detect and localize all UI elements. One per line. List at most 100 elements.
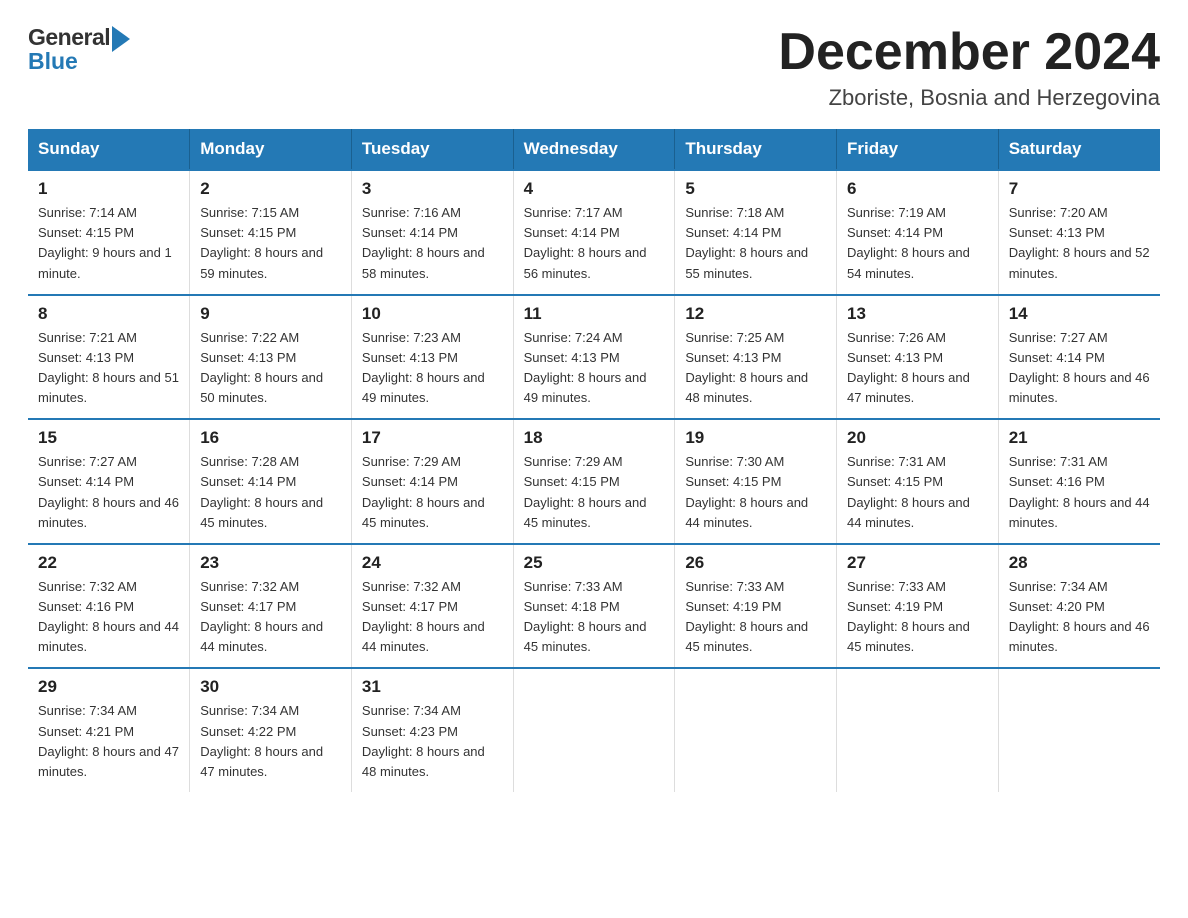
calendar-cell: 13 Sunrise: 7:26 AMSunset: 4:13 PMDaylig… xyxy=(837,295,999,420)
calendar-cell: 16 Sunrise: 7:28 AMSunset: 4:14 PMDaylig… xyxy=(190,419,352,544)
day-info: Sunrise: 7:28 AMSunset: 4:14 PMDaylight:… xyxy=(200,452,341,533)
calendar-cell: 28 Sunrise: 7:34 AMSunset: 4:20 PMDaylig… xyxy=(998,544,1160,669)
day-number: 28 xyxy=(1009,553,1150,573)
day-info: Sunrise: 7:34 AMSunset: 4:21 PMDaylight:… xyxy=(38,701,179,782)
day-info: Sunrise: 7:33 AMSunset: 4:19 PMDaylight:… xyxy=(685,577,826,658)
calendar-cell xyxy=(837,668,999,792)
weekday-header-saturday: Saturday xyxy=(998,129,1160,170)
day-info: Sunrise: 7:18 AMSunset: 4:14 PMDaylight:… xyxy=(685,203,826,284)
day-number: 9 xyxy=(200,304,341,324)
logo-line2: Blue xyxy=(28,48,78,75)
calendar-cell: 9 Sunrise: 7:22 AMSunset: 4:13 PMDayligh… xyxy=(190,295,352,420)
day-number: 22 xyxy=(38,553,179,573)
calendar-cell: 25 Sunrise: 7:33 AMSunset: 4:18 PMDaylig… xyxy=(513,544,675,669)
day-number: 8 xyxy=(38,304,179,324)
calendar-cell: 6 Sunrise: 7:19 AMSunset: 4:14 PMDayligh… xyxy=(837,170,999,295)
calendar-cell: 22 Sunrise: 7:32 AMSunset: 4:16 PMDaylig… xyxy=(28,544,190,669)
weekday-header-sunday: Sunday xyxy=(28,129,190,170)
calendar-table: SundayMondayTuesdayWednesdayThursdayFrid… xyxy=(28,129,1160,792)
day-info: Sunrise: 7:32 AMSunset: 4:17 PMDaylight:… xyxy=(362,577,503,658)
weekday-header-friday: Friday xyxy=(837,129,999,170)
day-info: Sunrise: 7:34 AMSunset: 4:23 PMDaylight:… xyxy=(362,701,503,782)
weekday-header-tuesday: Tuesday xyxy=(351,129,513,170)
day-number: 21 xyxy=(1009,428,1150,448)
calendar-cell: 19 Sunrise: 7:30 AMSunset: 4:15 PMDaylig… xyxy=(675,419,837,544)
calendar-cell: 8 Sunrise: 7:21 AMSunset: 4:13 PMDayligh… xyxy=(28,295,190,420)
title-area: December 2024 Zboriste, Bosnia and Herze… xyxy=(778,24,1160,111)
location-title: Zboriste, Bosnia and Herzegovina xyxy=(778,85,1160,111)
calendar-cell: 3 Sunrise: 7:16 AMSunset: 4:14 PMDayligh… xyxy=(351,170,513,295)
day-number: 14 xyxy=(1009,304,1150,324)
weekday-header-thursday: Thursday xyxy=(675,129,837,170)
calendar-cell: 15 Sunrise: 7:27 AMSunset: 4:14 PMDaylig… xyxy=(28,419,190,544)
day-number: 12 xyxy=(685,304,826,324)
day-number: 13 xyxy=(847,304,988,324)
calendar-cell: 7 Sunrise: 7:20 AMSunset: 4:13 PMDayligh… xyxy=(998,170,1160,295)
calendar-week-row: 15 Sunrise: 7:27 AMSunset: 4:14 PMDaylig… xyxy=(28,419,1160,544)
day-info: Sunrise: 7:31 AMSunset: 4:16 PMDaylight:… xyxy=(1009,452,1150,533)
day-number: 15 xyxy=(38,428,179,448)
logo-arrow-icon xyxy=(112,26,130,52)
day-number: 6 xyxy=(847,179,988,199)
day-info: Sunrise: 7:27 AMSunset: 4:14 PMDaylight:… xyxy=(1009,328,1150,409)
day-info: Sunrise: 7:30 AMSunset: 4:15 PMDaylight:… xyxy=(685,452,826,533)
day-info: Sunrise: 7:21 AMSunset: 4:13 PMDaylight:… xyxy=(38,328,179,409)
calendar-week-row: 29 Sunrise: 7:34 AMSunset: 4:21 PMDaylig… xyxy=(28,668,1160,792)
day-number: 29 xyxy=(38,677,179,697)
day-number: 27 xyxy=(847,553,988,573)
day-info: Sunrise: 7:23 AMSunset: 4:13 PMDaylight:… xyxy=(362,328,503,409)
day-number: 18 xyxy=(524,428,665,448)
day-number: 19 xyxy=(685,428,826,448)
day-info: Sunrise: 7:15 AMSunset: 4:15 PMDaylight:… xyxy=(200,203,341,284)
calendar-cell xyxy=(675,668,837,792)
day-number: 7 xyxy=(1009,179,1150,199)
calendar-week-row: 8 Sunrise: 7:21 AMSunset: 4:13 PMDayligh… xyxy=(28,295,1160,420)
day-number: 16 xyxy=(200,428,341,448)
calendar-cell: 31 Sunrise: 7:34 AMSunset: 4:23 PMDaylig… xyxy=(351,668,513,792)
day-info: Sunrise: 7:26 AMSunset: 4:13 PMDaylight:… xyxy=(847,328,988,409)
calendar-cell: 11 Sunrise: 7:24 AMSunset: 4:13 PMDaylig… xyxy=(513,295,675,420)
day-info: Sunrise: 7:29 AMSunset: 4:15 PMDaylight:… xyxy=(524,452,665,533)
day-number: 4 xyxy=(524,179,665,199)
day-number: 3 xyxy=(362,179,503,199)
day-info: Sunrise: 7:32 AMSunset: 4:16 PMDaylight:… xyxy=(38,577,179,658)
calendar-cell: 26 Sunrise: 7:33 AMSunset: 4:19 PMDaylig… xyxy=(675,544,837,669)
calendar-cell: 1 Sunrise: 7:14 AMSunset: 4:15 PMDayligh… xyxy=(28,170,190,295)
calendar-cell: 27 Sunrise: 7:33 AMSunset: 4:19 PMDaylig… xyxy=(837,544,999,669)
day-number: 17 xyxy=(362,428,503,448)
weekday-header-row: SundayMondayTuesdayWednesdayThursdayFrid… xyxy=(28,129,1160,170)
day-number: 2 xyxy=(200,179,341,199)
day-info: Sunrise: 7:34 AMSunset: 4:20 PMDaylight:… xyxy=(1009,577,1150,658)
day-info: Sunrise: 7:29 AMSunset: 4:14 PMDaylight:… xyxy=(362,452,503,533)
day-info: Sunrise: 7:24 AMSunset: 4:13 PMDaylight:… xyxy=(524,328,665,409)
calendar-cell: 21 Sunrise: 7:31 AMSunset: 4:16 PMDaylig… xyxy=(998,419,1160,544)
day-number: 24 xyxy=(362,553,503,573)
day-number: 10 xyxy=(362,304,503,324)
day-number: 1 xyxy=(38,179,179,199)
page-header: General Blue December 2024 Zboriste, Bos… xyxy=(28,24,1160,111)
calendar-cell: 29 Sunrise: 7:34 AMSunset: 4:21 PMDaylig… xyxy=(28,668,190,792)
day-info: Sunrise: 7:25 AMSunset: 4:13 PMDaylight:… xyxy=(685,328,826,409)
calendar-week-row: 22 Sunrise: 7:32 AMSunset: 4:16 PMDaylig… xyxy=(28,544,1160,669)
day-info: Sunrise: 7:19 AMSunset: 4:14 PMDaylight:… xyxy=(847,203,988,284)
calendar-cell: 5 Sunrise: 7:18 AMSunset: 4:14 PMDayligh… xyxy=(675,170,837,295)
day-number: 23 xyxy=(200,553,341,573)
day-info: Sunrise: 7:17 AMSunset: 4:14 PMDaylight:… xyxy=(524,203,665,284)
calendar-cell xyxy=(513,668,675,792)
day-info: Sunrise: 7:33 AMSunset: 4:18 PMDaylight:… xyxy=(524,577,665,658)
day-info: Sunrise: 7:22 AMSunset: 4:13 PMDaylight:… xyxy=(200,328,341,409)
calendar-week-row: 1 Sunrise: 7:14 AMSunset: 4:15 PMDayligh… xyxy=(28,170,1160,295)
calendar-cell xyxy=(998,668,1160,792)
weekday-header-monday: Monday xyxy=(190,129,352,170)
day-info: Sunrise: 7:31 AMSunset: 4:15 PMDaylight:… xyxy=(847,452,988,533)
weekday-header-wednesday: Wednesday xyxy=(513,129,675,170)
day-info: Sunrise: 7:16 AMSunset: 4:14 PMDaylight:… xyxy=(362,203,503,284)
day-number: 5 xyxy=(685,179,826,199)
day-number: 25 xyxy=(524,553,665,573)
calendar-cell: 18 Sunrise: 7:29 AMSunset: 4:15 PMDaylig… xyxy=(513,419,675,544)
day-info: Sunrise: 7:27 AMSunset: 4:14 PMDaylight:… xyxy=(38,452,179,533)
day-number: 31 xyxy=(362,677,503,697)
calendar-cell: 14 Sunrise: 7:27 AMSunset: 4:14 PMDaylig… xyxy=(998,295,1160,420)
day-number: 11 xyxy=(524,304,665,324)
day-number: 26 xyxy=(685,553,826,573)
